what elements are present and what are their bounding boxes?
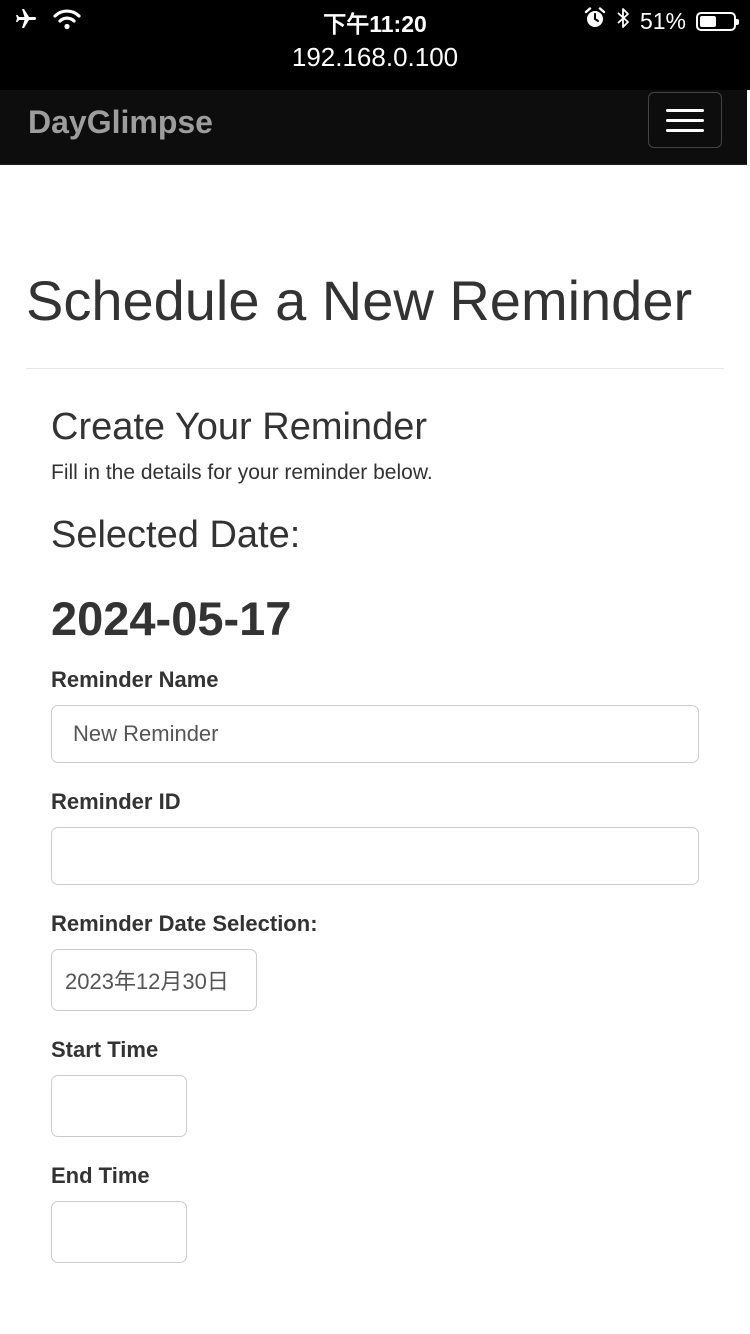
form-subtitle: Fill in the details for your reminder be… (51, 461, 433, 484)
address-url[interactable]: 192.168.0.100 (0, 42, 750, 73)
battery-level (700, 15, 717, 27)
alarm-icon (584, 7, 606, 35)
bluetooth-icon (616, 7, 630, 35)
end-time-input[interactable] (51, 1201, 187, 1263)
selected-date-label: Selected Date: (51, 514, 301, 556)
navbar: DayGlimpse (0, 90, 747, 165)
main-content: Schedule a New Reminder Create Your Remi… (26, 270, 724, 1263)
battery-icon (696, 11, 739, 31)
start-time-label: Start Time (51, 1037, 159, 1062)
reminder-name-input[interactable] (51, 705, 699, 763)
end-time-label: End Time (51, 1163, 150, 1188)
reminder-date-picker[interactable]: 2023年12月30日 (51, 949, 257, 1011)
hamburger-icon-bar (666, 118, 704, 122)
reminder-name-label: Reminder Name (51, 667, 219, 692)
form-heading: Create Your Reminder (51, 406, 427, 448)
status-right: 51% (584, 6, 739, 36)
page-title: Schedule a New Reminder (26, 269, 693, 332)
status-bar: 下午11:20 192.168.0.100 51% (0, 0, 750, 90)
battery-percent: 51% (639, 7, 686, 34)
hamburger-icon-bar (666, 128, 704, 132)
reminder-id-label: Reminder ID (51, 789, 181, 814)
selected-date-value: 2024-05-17 (51, 592, 292, 645)
navbar-brand[interactable]: DayGlimpse (28, 104, 213, 141)
hamburger-icon-bar (666, 108, 704, 112)
start-time-input[interactable] (51, 1075, 187, 1137)
reminder-date-label: Reminder Date Selection: (51, 911, 318, 936)
reminder-form: Create Your Reminder Fill in the details… (26, 369, 724, 1263)
navbar-toggle-button[interactable] (648, 92, 722, 148)
reminder-id-input[interactable] (51, 827, 699, 885)
